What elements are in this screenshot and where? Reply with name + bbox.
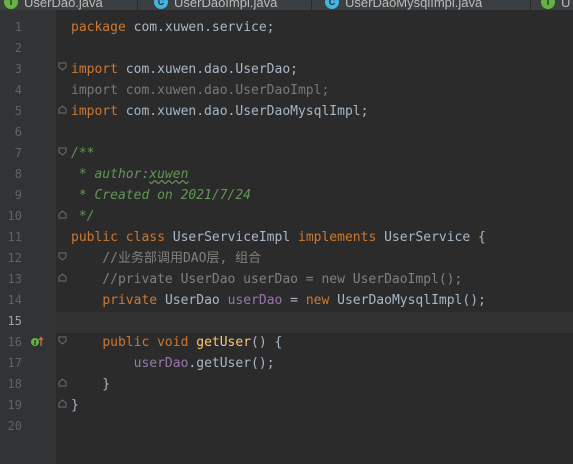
line-number: 18 [7, 377, 22, 391]
code-line-17: userDao.getUser(); [71, 353, 275, 374]
code-line-10: */ [71, 209, 95, 224]
implements-method-icon[interactable]: I [30, 336, 44, 351]
import-path: com.xuwen.dao.UserDao; [117, 62, 298, 77]
line-number: 17 [7, 356, 22, 370]
tab-overflow[interactable]: I U [541, 0, 570, 10]
line-number: 19 [7, 398, 22, 412]
line-number: 8 [14, 167, 22, 181]
keyword: new [305, 293, 330, 308]
code-line-18: } [71, 377, 111, 392]
line-number-active: 15 [7, 314, 22, 328]
method-call: .getUser(); [188, 356, 275, 371]
field-name: userDao [227, 293, 283, 308]
class-icon: C [325, 0, 339, 9]
doc-author: xuwen [149, 167, 189, 182]
line-number: 1 [14, 20, 22, 34]
tab-label: UserDaoImpl.java [174, 0, 278, 10]
code-line-3: import com.xuwen.dao.UserDao; [71, 59, 298, 80]
type-name: UserDao [164, 293, 220, 308]
code-line-8: * author:xuwen [71, 164, 189, 185]
doc-text: * [71, 167, 95, 182]
line-number: 5 [14, 104, 22, 118]
line-number: 2 [14, 41, 22, 55]
tab-label: UserDaoMysqlImpl.java [345, 0, 483, 10]
keyword: import [71, 104, 118, 119]
code-line-16: public void getUser() { [71, 332, 282, 353]
code-line-11: public class UserServiceImpl implements … [71, 227, 486, 248]
keyword: import [71, 62, 118, 77]
line-number: 13 [7, 272, 22, 286]
code-line-7: /** [71, 146, 95, 161]
keyword: public [71, 230, 118, 245]
keyword: implements [298, 230, 377, 245]
code-line-19: } [71, 398, 79, 413]
package-name: com.xuwen.service; [125, 20, 275, 35]
line-number: 12 [7, 251, 22, 265]
tab-divider [137, 0, 138, 10]
code-line-14: private UserDao userDao = new UserDaoMys… [71, 290, 486, 311]
doc-tag: author: [94, 167, 150, 182]
line-number: 14 [7, 293, 22, 307]
editor-tab-bar: I UserDao.java C UserDaoImpl.java C User… [0, 0, 573, 10]
line-number: 11 [7, 230, 22, 244]
method-name: getUser [196, 335, 252, 350]
line-number: 9 [14, 188, 22, 202]
method-params: () { [251, 335, 283, 350]
constructor-call: UserDaoMysqlImpl(); [329, 293, 486, 308]
line-number: 3 [14, 62, 22, 76]
operator: = [282, 293, 306, 308]
keyword: package [71, 20, 126, 35]
interface-icon: I [541, 0, 555, 9]
tab-userdaoimpl[interactable]: C UserDaoImpl.java [154, 0, 277, 10]
tab-divider [311, 0, 312, 10]
code-line-12: //业务部调用DAO层, 组合 [71, 251, 262, 266]
class-icon: C [154, 0, 168, 9]
code-line-5: import com.xuwen.dao.UserDaoMysqlImpl; [71, 101, 368, 122]
line-number: 7 [14, 146, 22, 160]
code-line-13: //private UserDao userDao = new UserDaoI… [71, 272, 463, 287]
code-line-9: * Created on 2021/7/24 [71, 188, 252, 203]
line-number: 10 [7, 209, 22, 223]
tab-label: UserDao.java [24, 0, 103, 10]
line-number: 20 [7, 419, 22, 433]
code-editor[interactable]: package com.xuwen.service; import com.xu… [66, 10, 573, 464]
tab-userdaomysqlimpl[interactable]: C UserDaoMysqlImpl.java [325, 0, 482, 10]
svg-text:I: I [34, 339, 37, 347]
import-path: com.xuwen.dao.UserDaoMysqlImpl; [117, 104, 369, 119]
code-line-1: package com.xuwen.service; [71, 17, 275, 38]
line-number-gutter: 1 2 3 4 5 6 7 8 9 10 11 12 13 14 15 16 1… [0, 10, 67, 464]
code-line-4-unused-import: import com.xuwen.dao.UserDaoImpl; [71, 83, 330, 98]
class-name: UserServiceImpl [172, 230, 291, 245]
line-number: 6 [14, 125, 22, 139]
interface-icon: I [4, 0, 18, 9]
keyword: class [125, 230, 165, 245]
keyword: public [102, 335, 150, 350]
tab-userdao[interactable]: I UserDao.java [4, 0, 103, 10]
interface-name: UserService { [384, 230, 486, 245]
line-number: 16 [7, 335, 22, 349]
tab-divider [530, 0, 531, 10]
field-name: userDao [133, 356, 189, 371]
line-number: 4 [14, 83, 22, 97]
keyword: private [102, 293, 158, 308]
keyword: void [157, 335, 189, 350]
tab-label: U [561, 0, 571, 10]
